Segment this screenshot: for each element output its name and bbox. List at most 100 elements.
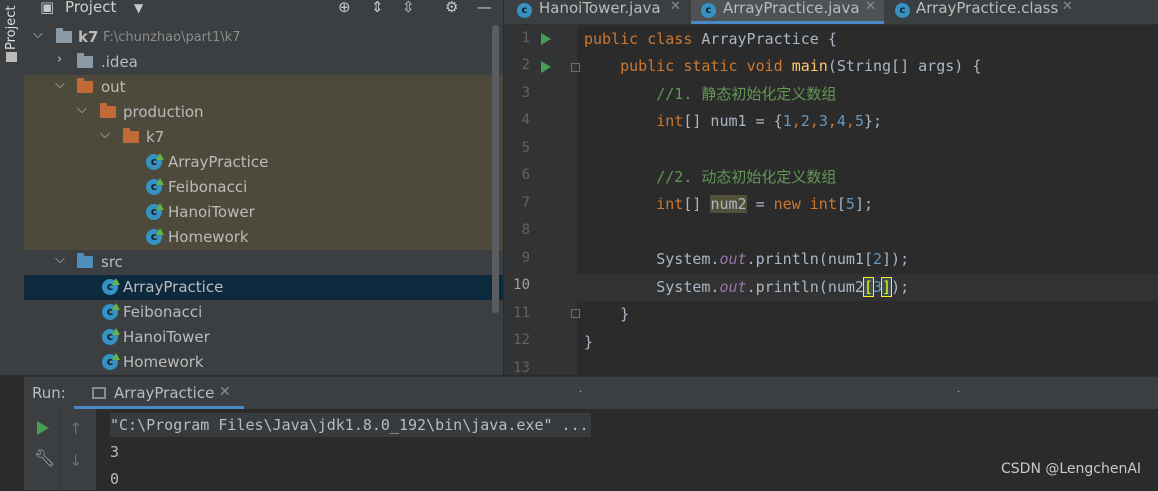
tree-item-label: Feibonacci <box>123 303 203 321</box>
console-output-line: 3 <box>110 443 120 461</box>
tree-item-label: HanoiTower <box>123 328 210 346</box>
project-stripe-button[interactable]: Project <box>4 4 19 50</box>
rerun-icon[interactable] <box>37 421 49 435</box>
class-icon: c <box>146 153 164 170</box>
tree-row-k7-output[interactable]: ⌵ k7 <box>24 125 503 150</box>
code-line-11: } <box>584 301 629 328</box>
chevron-down-icon[interactable]: ⌵ <box>77 102 87 117</box>
code-text: }; <box>863 112 883 130</box>
code-text: .println(num2 <box>746 278 864 296</box>
editor-tab-bar: c HanoiTower.java ✕ c ArrayPractice.java… <box>504 0 1158 25</box>
comma: , <box>809 112 819 130</box>
arrow-down-icon[interactable]: ↓ <box>69 451 82 470</box>
tree-row-idea[interactable]: › .idea <box>24 50 503 75</box>
tree-row-class[interactable]: c Feibonacci <box>24 300 503 325</box>
code-text: { <box>818 30 837 48</box>
tab-hanoitower-java[interactable]: c HanoiTower.java ✕ <box>504 0 690 24</box>
tree-row-class[interactable]: c Homework <box>24 350 503 375</box>
expand-all-icon[interactable]: ⇕ <box>371 0 384 16</box>
folder-icon <box>100 103 116 118</box>
number-literal: 4 <box>836 112 846 130</box>
static-field: out <box>719 250 747 268</box>
tree-row-production[interactable]: ⌵ production <box>24 100 503 125</box>
class-name: ArrayPractice <box>701 30 819 48</box>
line-number: 11 <box>513 305 530 321</box>
folder-icon <box>6 52 17 62</box>
keyword: new <box>773 195 801 213</box>
static-field: out <box>719 278 747 296</box>
collapse-all-icon[interactable]: ⇳ <box>402 0 415 16</box>
code-line-7: int[] num2 = new int[5]; <box>584 191 873 218</box>
tree-row-class[interactable]: c ArrayPractice <box>24 150 503 175</box>
folder-icon <box>77 78 93 93</box>
code-editor[interactable]: public class ArrayPractice { public stat… <box>577 25 1158 375</box>
chevron-down-icon[interactable]: ⌵ <box>55 252 65 267</box>
code-text: (String[] args) { <box>827 57 982 75</box>
tree-item-label: Homework <box>168 228 249 246</box>
chevron-down-icon[interactable]: ⌵ <box>55 77 65 92</box>
project-scrollbar[interactable] <box>492 25 499 313</box>
line-number: 7 <box>521 195 530 211</box>
tree-item-label: k7 <box>78 28 99 46</box>
folder-icon <box>123 128 139 143</box>
chevron-down-icon[interactable]: ⌵ <box>100 127 110 142</box>
method-name: main <box>791 57 828 75</box>
matched-bracket: [ <box>862 277 875 297</box>
tree-item-label: ArrayPractice <box>168 153 269 171</box>
tree-row-module-k7[interactable]: ⌵ k7 F:\chunzhao\part1\k7 <box>24 25 503 50</box>
code-line-1: public class ArrayPractice { <box>584 26 837 53</box>
code-text: System. <box>656 250 720 268</box>
number-literal: 2 <box>873 250 883 268</box>
code-text: [] <box>683 195 711 213</box>
code-line-12: } <box>584 329 593 356</box>
code-text: System. <box>656 278 720 296</box>
tab-arraypractice-java[interactable]: c ArrayPractice.java ✕ <box>691 0 884 24</box>
comma: , <box>791 112 801 130</box>
code-text: ]); <box>882 250 910 268</box>
run-toolbar: 🔧︎ ↑ ↓ <box>24 409 96 490</box>
tree-row-class[interactable]: c HanoiTower <box>24 200 503 225</box>
gear-icon[interactable]: ⚙ <box>445 0 458 16</box>
code-line-6: //2. 动态初始化定义数组 <box>584 164 836 191</box>
tree-row-src[interactable]: ⌵ src <box>24 250 503 275</box>
tree-row-class-selected[interactable]: c ArrayPractice <box>24 275 503 300</box>
close-icon[interactable]: ✕ <box>670 0 681 14</box>
keyword: public <box>620 57 675 75</box>
close-icon[interactable]: ✕ <box>219 384 231 400</box>
close-icon[interactable]: ✕ <box>1062 0 1073 14</box>
chevron-down-icon[interactable]: ⌵ <box>33 27 43 42</box>
project-panel-header: ▣ Project ▼ ⊕ ⇕ ⇳ ⚙ — <box>24 0 503 18</box>
minimize-icon[interactable]: — <box>477 0 492 16</box>
arrow-up-icon[interactable]: ↑ <box>69 419 82 438</box>
class-icon: c <box>701 3 716 18</box>
code-text: } <box>584 333 594 351</box>
tree-item-label: ArrayPractice <box>123 278 224 296</box>
line-number-current: 10 <box>513 277 530 293</box>
keyword: void <box>746 57 783 75</box>
class-icon: c <box>102 303 120 320</box>
tree-row-class[interactable]: c Homework <box>24 225 503 250</box>
locate-target-icon[interactable]: ⊕ <box>338 0 351 16</box>
tree-row-class[interactable]: c Feibonacci <box>24 175 503 200</box>
chevron-right-icon[interactable]: › <box>57 52 62 67</box>
close-icon[interactable]: ✕ <box>865 0 876 14</box>
wrench-icon[interactable]: 🔧︎ <box>34 449 56 469</box>
console-icon <box>92 387 106 399</box>
project-view-selector[interactable]: Project <box>65 0 116 16</box>
comment: //1. 静态初始化定义数组 <box>656 85 837 103</box>
tab-label: ArrayPractice.class <box>916 0 1059 17</box>
tree-row-out[interactable]: ⌵ out <box>24 75 503 100</box>
run-console[interactable]: "C:\Program Files\Java\jdk1.8.0_192\bin\… <box>97 409 1158 490</box>
class-icon: c <box>146 203 164 220</box>
tab-arraypractice-class[interactable]: c ArrayPractice.class ✕ <box>885 0 1085 24</box>
tab-label: HanoiTower.java <box>539 0 661 17</box>
chevron-down-icon[interactable]: ▼ <box>134 1 143 15</box>
tree-row-class[interactable]: c HanoiTower <box>24 325 503 350</box>
project-view-icon: ▣ <box>40 0 55 16</box>
line-number: 8 <box>521 222 530 238</box>
run-gutter-icon[interactable] <box>541 61 551 73</box>
run-gutter-icon[interactable] <box>541 33 551 45</box>
run-tab-arraypractice[interactable]: ArrayPractice ✕ <box>74 377 244 409</box>
keyword: public <box>584 30 639 48</box>
